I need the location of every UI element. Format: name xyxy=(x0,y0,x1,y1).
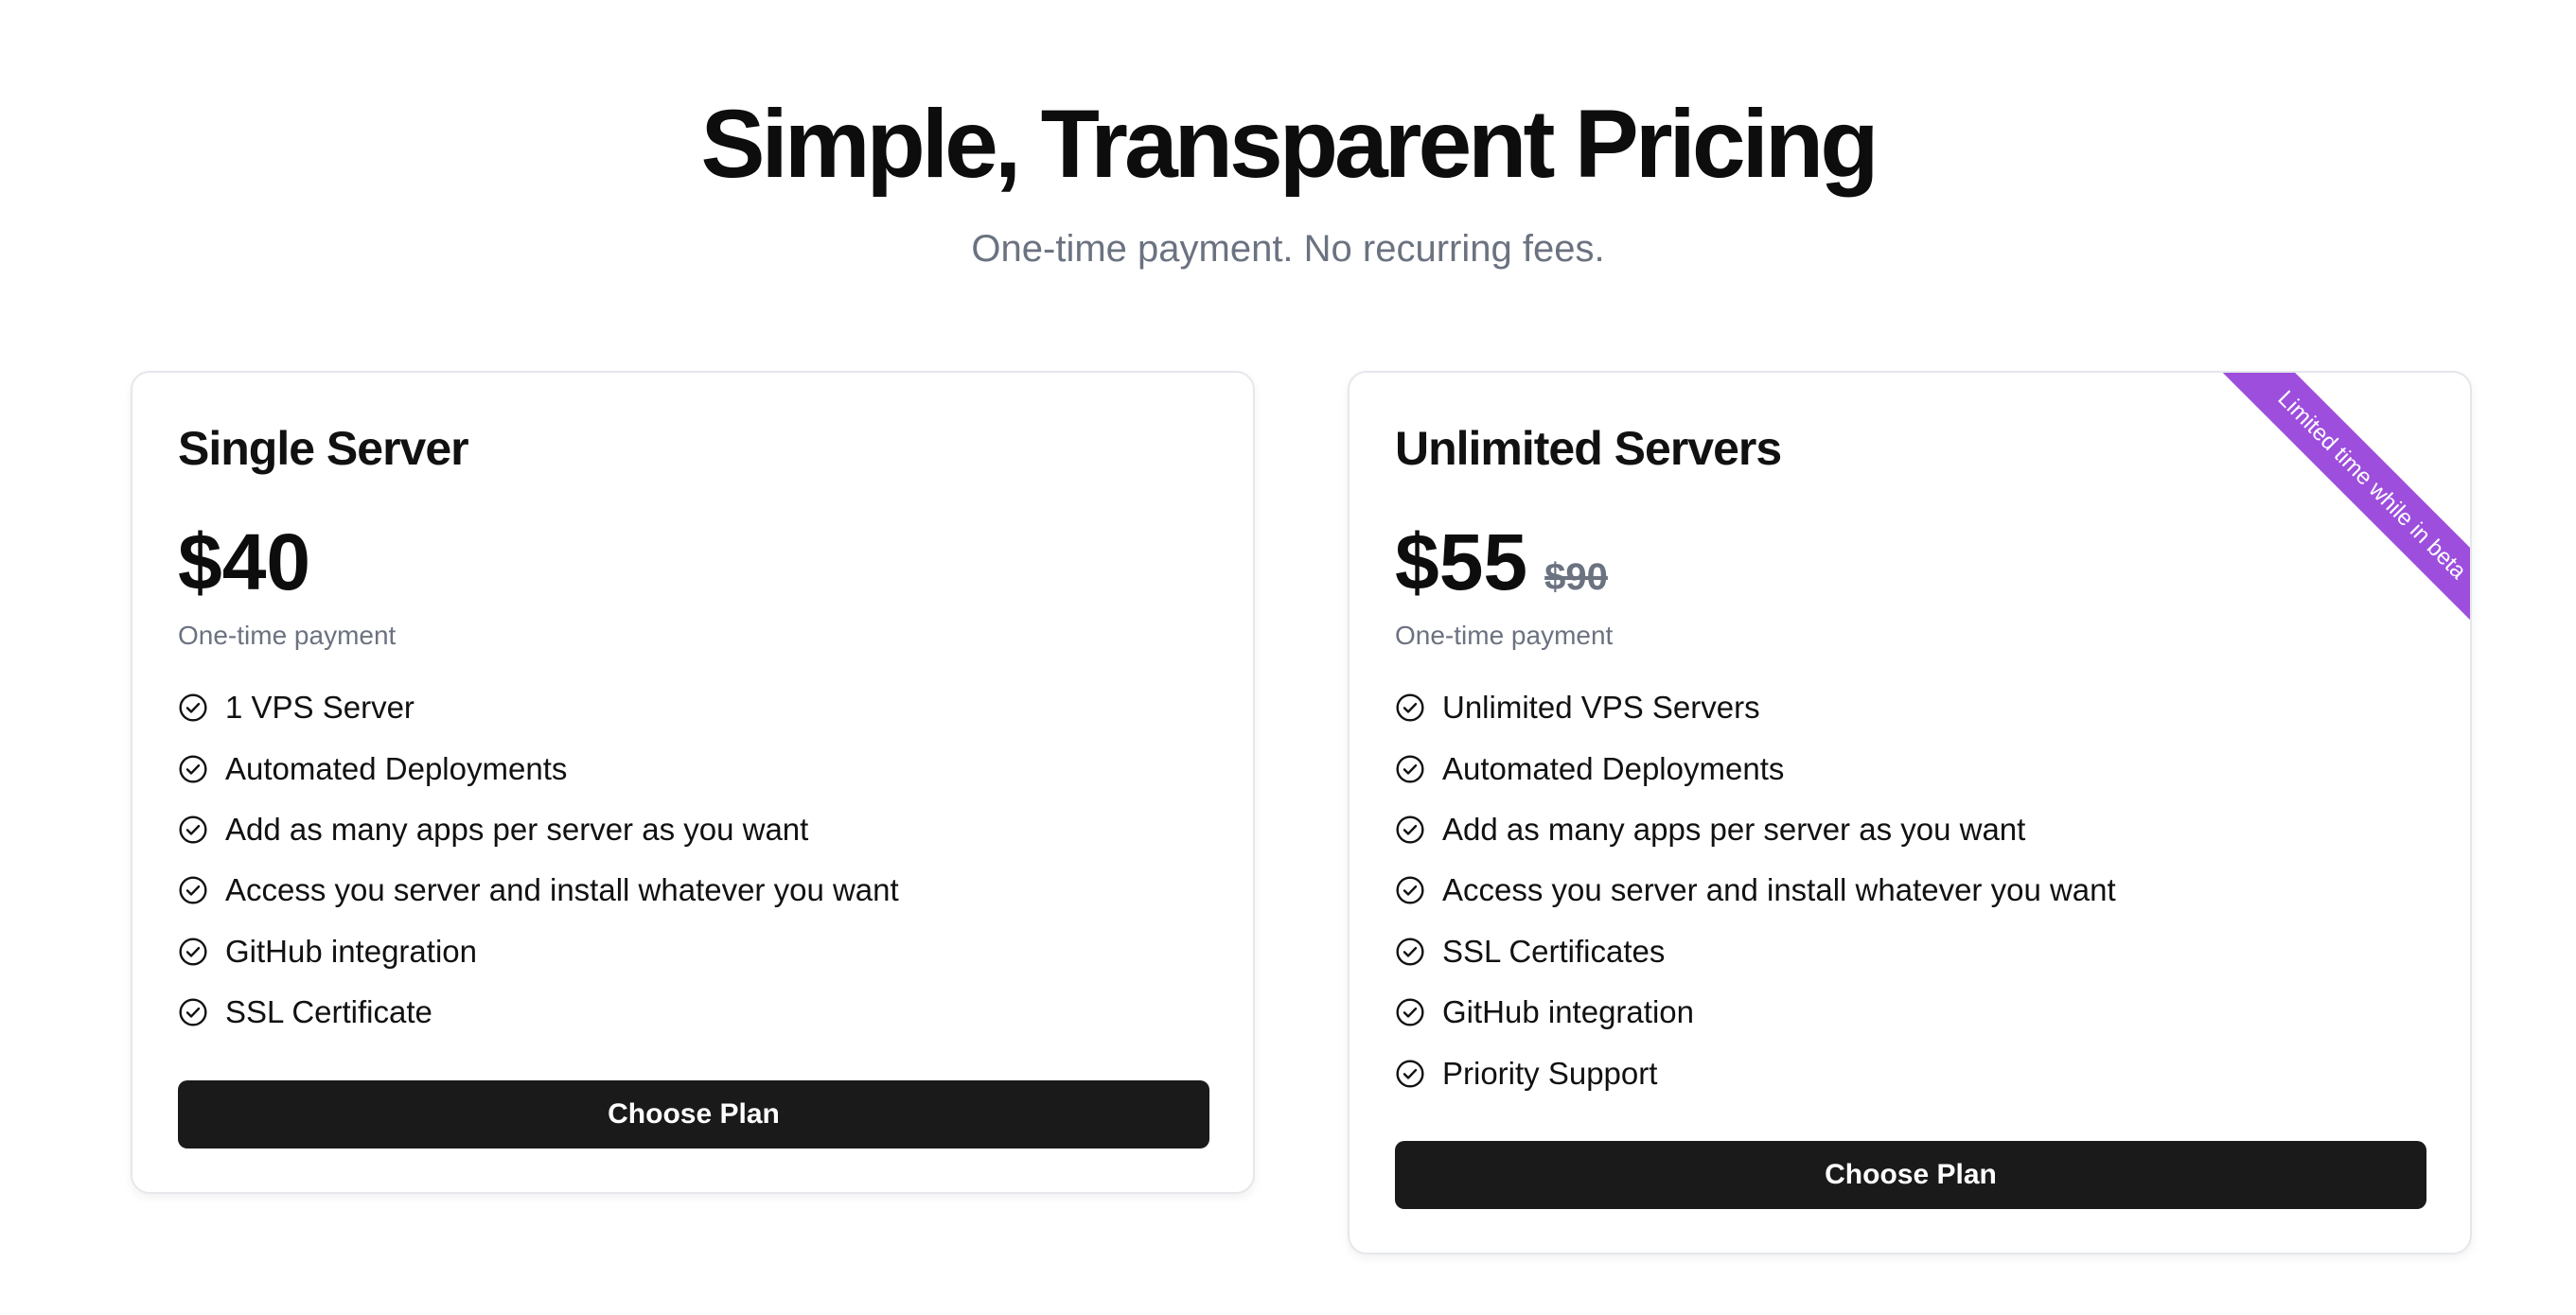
feature-label: GitHub integration xyxy=(1442,994,1694,1030)
feature-item: SSL Certificates xyxy=(1395,921,2116,982)
feature-item: Add as many apps per server as you want xyxy=(1395,799,2116,860)
feature-label: Access you server and install whatever y… xyxy=(1442,872,2116,908)
feature-item: 1 VPS Server xyxy=(178,677,899,738)
price-note: One-time payment xyxy=(1395,621,1614,650)
feature-item: GitHub integration xyxy=(178,921,899,982)
feature-item: Access you server and install whatever y… xyxy=(1395,860,2116,920)
check-circle-icon xyxy=(1396,938,1424,966)
check-circle-icon xyxy=(1396,755,1424,783)
page-title: Simple, Transparent Pricing xyxy=(700,90,1879,198)
choose-plan-button[interactable]: Choose Plan xyxy=(1395,1141,2426,1209)
feature-item: Access you server and install whatever y… xyxy=(178,860,899,920)
check-circle-icon xyxy=(179,876,207,904)
feature-label: Add as many apps per server as you want xyxy=(1442,811,2026,847)
choose-plan-button[interactable]: Choose Plan xyxy=(178,1080,1209,1148)
feature-list: 1 VPS Server Automated Deployments Add a… xyxy=(178,677,899,1043)
check-circle-icon xyxy=(1396,876,1424,904)
feature-item: Priority Support xyxy=(1395,1043,2116,1103)
feature-item: Automated Deployments xyxy=(1395,738,2116,798)
check-circle-icon xyxy=(1396,998,1424,1026)
plan-price: $55 xyxy=(1395,517,1528,606)
plan-card-unlimited-servers: Limited time while in beta Unlimited Ser… xyxy=(1348,371,2472,1254)
price-row: $40 xyxy=(178,515,310,609)
feature-item: Unlimited VPS Servers xyxy=(1395,677,2116,738)
price-note: One-time payment xyxy=(178,621,397,650)
plan-title: Single Server xyxy=(178,422,469,475)
check-circle-icon xyxy=(179,815,207,844)
check-circle-icon xyxy=(1396,1059,1424,1088)
check-circle-icon xyxy=(1396,815,1424,844)
feature-label: Automated Deployments xyxy=(1442,750,1785,786)
feature-label: GitHub integration xyxy=(225,933,477,969)
plan-price: $40 xyxy=(178,517,311,606)
feature-item: GitHub integration xyxy=(1395,982,2116,1043)
feature-item: SSL Certificate xyxy=(178,982,899,1043)
plan-title: Unlimited Servers xyxy=(1395,422,1782,475)
original-price: $90 xyxy=(1544,556,1608,598)
feature-item: Automated Deployments xyxy=(178,738,899,798)
feature-label: Automated Deployments xyxy=(225,750,568,786)
check-circle-icon xyxy=(179,755,207,783)
price-row: $55 $90 xyxy=(1395,515,1608,609)
check-circle-icon xyxy=(179,693,207,722)
check-circle-icon xyxy=(179,998,207,1026)
feature-list: Unlimited VPS Servers Automated Deployme… xyxy=(1395,677,2116,1104)
check-circle-icon xyxy=(1396,693,1424,722)
plan-card-single-server: Single Server $40 One-time payment 1 VPS… xyxy=(131,371,1255,1194)
feature-label: 1 VPS Server xyxy=(225,690,415,726)
feature-label: Unlimited VPS Servers xyxy=(1442,690,1760,726)
feature-label: Priority Support xyxy=(1442,1055,1658,1091)
feature-label: SSL Certificates xyxy=(1442,933,1666,969)
page-subtitle: One-time payment. No recurring fees. xyxy=(971,228,1605,270)
feature-item: Add as many apps per server as you want xyxy=(178,799,899,860)
beta-ribbon: Limited time while in beta xyxy=(2206,373,2470,651)
feature-label: Add as many apps per server as you want xyxy=(225,811,809,847)
feature-label: SSL Certificate xyxy=(225,994,432,1030)
check-circle-icon xyxy=(179,938,207,966)
feature-label: Access you server and install whatever y… xyxy=(225,872,899,908)
